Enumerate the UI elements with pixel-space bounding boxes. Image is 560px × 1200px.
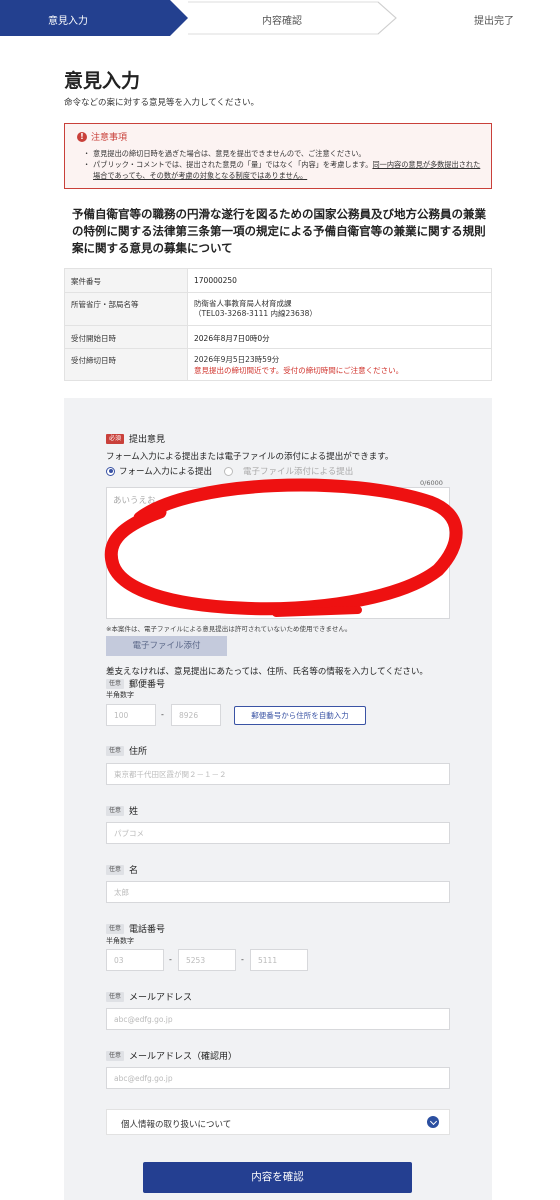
- zip-dash: -: [161, 710, 164, 719]
- privacy-accordion[interactable]: 個人情報の取り扱いについて: [106, 1109, 450, 1135]
- address-input[interactable]: [106, 763, 450, 785]
- opinion-textarea[interactable]: [106, 487, 450, 619]
- case-title: 予備自衛官等の職務の円滑な遂行を図るための国家公務員及び地方公務員の兼業の特例に…: [72, 207, 486, 255]
- phone-dash: -: [169, 955, 172, 964]
- end-value: 2026年9月5日23時59分: [194, 355, 280, 364]
- phone-label: 任意 電話番号: [106, 922, 165, 935]
- chevron-down-icon[interactable]: [427, 1116, 439, 1128]
- character-counter: 0/6000: [420, 479, 443, 487]
- radio-form-input[interactable]: [106, 466, 115, 476]
- table-row: 案件番号 170000250: [64, 268, 492, 293]
- optional-badge: 任意: [106, 991, 125, 1002]
- radio-form-input-label[interactable]: フォーム入力による提出: [119, 465, 212, 477]
- phone-first-input[interactable]: [106, 949, 164, 971]
- step-complete: 提出完了: [474, 16, 514, 27]
- start-label: 受付開始日時: [64, 325, 188, 349]
- notice-item: 意見提出の締切日時を過ぎた場合は、意見を提出できませんので、ご注意ください。: [83, 148, 483, 159]
- zip-autofill-button[interactable]: 郵便番号から住所を自動入力: [234, 706, 366, 725]
- radio-file-attach[interactable]: [224, 466, 233, 476]
- ministry-label: 所管省庁・部局名等: [64, 292, 188, 326]
- email-label: 任意 メールアドレス: [106, 990, 192, 1003]
- optional-info-description: 差支えなければ、意見提出にあたっては、住所、氏名等の情報を入力してください。: [106, 667, 428, 677]
- notice-box: ! 注意事項 意見提出の締切日時を過ぎた場合は、意見を提出できませんので、ご注意…: [64, 123, 492, 189]
- zip-halfwidth-note: 半角数字: [106, 691, 134, 699]
- address-label: 任意 住所: [106, 744, 147, 757]
- notice-list: 意見提出の締切日時を過ぎた場合は、意見を提出できませんので、ご注意ください。 パ…: [83, 148, 483, 181]
- start-value: 2026年8月7日0時0分: [187, 325, 492, 349]
- table-row: 受付開始日時 2026年8月7日0時0分: [64, 325, 492, 349]
- case-number-value: 170000250: [187, 268, 492, 293]
- last-name-input[interactable]: [106, 822, 450, 844]
- email-confirm-label: 任意 メールアドレス（確認用）: [106, 1049, 237, 1062]
- confirm-button[interactable]: 内容を確認: [143, 1162, 412, 1193]
- step-confirm: 内容確認: [262, 16, 302, 27]
- phone-halfwidth-note: 半角数字: [106, 937, 134, 945]
- page-subtitle: 命令などの案に対する意見等を入力してください。: [64, 98, 259, 108]
- submission-method-radios: フォーム入力による提出 電子ファイル添付による提出: [106, 465, 353, 477]
- phone-second-input[interactable]: [178, 949, 236, 971]
- opinion-label-text: 提出意見: [129, 435, 166, 445]
- first-name-label-text: 名: [129, 866, 139, 876]
- page-title: 意見入力: [64, 70, 141, 92]
- last-name-label-text: 姓: [129, 807, 139, 817]
- email-confirm-label-text: メールアドレス（確認用）: [129, 1052, 238, 1062]
- address-label-text: 住所: [129, 747, 148, 757]
- method-description: フォーム入力による提出または電子ファイルの添付による提出ができます。: [106, 452, 394, 462]
- end-label: 受付締切日時: [64, 348, 188, 381]
- optional-badge: 任意: [106, 745, 125, 756]
- email-label-text: メールアドレス: [129, 993, 193, 1003]
- ministry-tel: （TEL03-3268-3111 内線23638）: [194, 309, 317, 318]
- email-confirm-input[interactable]: [106, 1067, 450, 1089]
- phone-dash: -: [241, 955, 244, 964]
- optional-badge: 任意: [106, 805, 125, 816]
- phone-label-text: 電話番号: [129, 925, 166, 935]
- notice-header: ! 注意事項: [77, 130, 127, 143]
- file-attach-button[interactable]: 電子ファイル添付: [106, 636, 227, 656]
- phone-third-input[interactable]: [250, 949, 308, 971]
- privacy-accordion-label: 個人情報の取り扱いについて: [121, 1120, 232, 1130]
- zip-label: 任意 郵便番号: [106, 677, 165, 690]
- table-row: 受付締切日時 2026年9月5日23時59分 意見提出の締切間近です。受付の締切…: [64, 348, 492, 381]
- last-name-label: 任意 姓: [106, 804, 138, 817]
- required-badge: 必須: [106, 433, 125, 444]
- end-warning: 意見提出の締切間近です。受付の締切時間にご注意ください。: [194, 366, 404, 375]
- optional-badge: 任意: [106, 678, 125, 689]
- exclamation-icon: !: [77, 131, 87, 142]
- opinion-label: 必須 提出意見: [106, 432, 165, 445]
- case-info-table: 案件番号 170000250 所管省庁・部局名等 防衛省人事教育局人材育成課 （…: [64, 268, 492, 381]
- zip-label-text: 郵便番号: [129, 680, 166, 690]
- ministry-cell: 防衛省人事教育局人材育成課 （TEL03-3268-3111 内線23638）: [187, 292, 492, 326]
- notice-title: 注意事項: [91, 133, 128, 143]
- email-input[interactable]: [106, 1008, 450, 1030]
- first-name-input[interactable]: [106, 881, 450, 903]
- zip-second-input[interactable]: [171, 704, 221, 726]
- first-name-label: 任意 名: [106, 863, 138, 876]
- ministry-value: 防衛省人事教育局人材育成課: [194, 299, 292, 308]
- zip-first-input[interactable]: [106, 704, 156, 726]
- table-row: 所管省庁・部局名等 防衛省人事教育局人材育成課 （TEL03-3268-3111…: [64, 292, 492, 326]
- optional-badge: 任意: [106, 864, 125, 875]
- progress-stepper: 意見入力 内容確認 提出完了: [0, 0, 560, 36]
- optional-badge: 任意: [106, 923, 125, 934]
- notice-item: パブリック・コメントでは、提出された意見の「量」ではなく「内容」を考慮します。同…: [83, 159, 483, 181]
- end-cell: 2026年9月5日23時59分 意見提出の締切間近です。受付の締切時間にご注意く…: [187, 348, 492, 381]
- file-attach-note: ※本案件は、電子ファイルによる意見提出は許可されていないため使用できません。: [106, 625, 352, 633]
- case-number-label: 案件番号: [64, 268, 188, 293]
- notice-item-text: パブリック・コメントでは、提出された意見の「量」ではなく「内容」を考慮します。: [93, 160, 373, 169]
- optional-badge: 任意: [106, 1050, 125, 1061]
- step-input: 意見入力: [48, 16, 88, 27]
- radio-file-attach-label[interactable]: 電子ファイル添付による提出: [243, 465, 353, 477]
